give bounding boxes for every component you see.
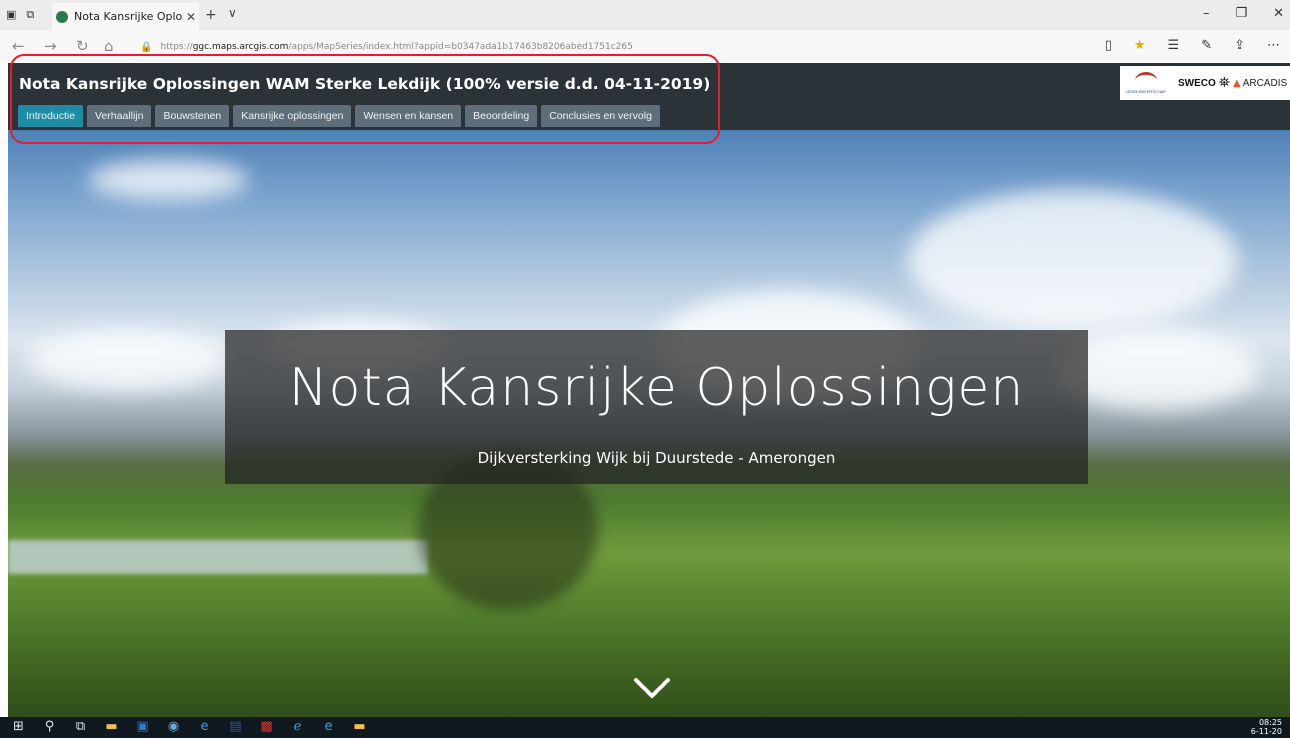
pdf-reader-icon[interactable]: ▩ xyxy=(258,719,275,734)
start-icon[interactable]: ⊞ xyxy=(10,719,27,734)
app-icon[interactable]: ◉ xyxy=(165,719,182,734)
tab-conclusies-en-vervolg[interactable]: Conclusies en vervolg xyxy=(541,105,660,127)
chevron-down-icon[interactable]: ∨ xyxy=(228,6,237,20)
back-icon[interactable]: ← xyxy=(12,37,25,55)
browser-tabbar: ▣ ⧉ Nota Kansrijke Oplossin ✕ + ∨ – ❐ ✕ xyxy=(0,0,1290,30)
lock-icon: 🔒 xyxy=(140,41,153,53)
share-icon[interactable]: ⇪ xyxy=(1234,38,1245,53)
lake-water xyxy=(8,540,428,574)
home-icon[interactable]: ⌂ xyxy=(104,37,114,55)
tab-bouwstenen[interactable]: Bouwstenen xyxy=(155,105,230,127)
clock-date: 6-11-20 xyxy=(1250,727,1282,736)
reading-view-icon[interactable]: ▯ xyxy=(1105,38,1112,53)
arcadis-mark-icon: ▲ xyxy=(1232,77,1241,89)
url-field[interactable]: 🔒 https:// ggc.maps.arcgis.com /apps/Map… xyxy=(140,36,1140,58)
clock-time: 08:25 xyxy=(1258,718,1282,727)
tab-kansrijke-oplossingen[interactable]: Kansrijke oplossingen xyxy=(233,105,352,127)
hdsr-logo: HDSR WATERSCHAP xyxy=(1120,66,1172,100)
app-title: Nota Kansrijke Oplossingen WAM Sterke Le… xyxy=(19,75,711,93)
search-icon[interactable]: ⚲ xyxy=(41,719,58,734)
section-tabs: Introductie Verhaallijn Bouwstenen Kansr… xyxy=(18,105,660,127)
browser-system-icons: ▣ ⧉ xyxy=(6,8,34,22)
more-icon[interactable]: ⋯ xyxy=(1267,38,1280,53)
folder-icon[interactable]: ▬ xyxy=(351,719,368,734)
edge-icon[interactable]: e xyxy=(196,719,213,734)
tab-wensen-en-kansen[interactable]: Wensen en kansen xyxy=(355,105,462,127)
outlook-icon[interactable]: ▣ xyxy=(134,719,151,734)
hero-title: Nota Kansrijke Oplossingen xyxy=(288,358,1025,418)
set-aside-tabs-icon[interactable]: ⧉ xyxy=(26,8,34,22)
browser-tab[interactable]: Nota Kansrijke Oplossin ✕ xyxy=(52,3,199,30)
sweco-mark-icon: ⛯ xyxy=(1218,75,1230,91)
window-controls: – ❐ ✕ xyxy=(1203,6,1284,21)
windows-taskbar: ⊞ ⚲ ⧉ ▬ ▣ ◉ e ▤ ▩ ℯ e ▬ 08:25 6-11-20 xyxy=(0,717,1290,738)
restore-icon[interactable]: ❐ xyxy=(1235,6,1247,21)
forward-icon[interactable]: → xyxy=(44,37,57,55)
tab-introductie[interactable]: Introductie xyxy=(18,105,84,127)
browser-toolbar-right: ▯ ★ ☰ ✎ ⇪ ⋯ xyxy=(1105,38,1280,53)
favorite-star-icon[interactable]: ★ xyxy=(1134,38,1146,53)
new-tab-icon[interactable]: + xyxy=(205,7,217,23)
app-header: Nota Kansrijke Oplossingen WAM Sterke Le… xyxy=(8,63,1290,130)
taskbar-icons: ⊞ ⚲ ⧉ ▬ ▣ ◉ e ▤ ▩ ℯ e ▬ xyxy=(10,719,368,734)
pen-notes-icon[interactable]: ✎ xyxy=(1201,38,1212,53)
tab-verhaallijn[interactable]: Verhaallijn xyxy=(87,105,152,127)
map-series-page: Nota Kansrijke Oplossingen WAM Sterke Le… xyxy=(8,63,1290,717)
hero-subtitle: Dijkversterking Wijk bij Duurstede - Ame… xyxy=(477,449,836,467)
edge-active-icon[interactable]: e xyxy=(320,719,337,734)
tab-actions-icon[interactable]: ▣ xyxy=(6,8,16,22)
task-view-icon[interactable]: ⧉ xyxy=(72,719,89,734)
sweco-logo: SWECO xyxy=(1178,77,1216,89)
word-icon[interactable]: ▤ xyxy=(227,719,244,734)
url-host: ggc.maps.arcgis.com xyxy=(192,42,289,52)
site-favicon-icon xyxy=(56,10,68,23)
refresh-icon[interactable]: ↻ xyxy=(76,37,89,55)
system-clock[interactable]: 08:25 6-11-20 xyxy=(1251,718,1282,736)
file-explorer-icon[interactable]: ▬ xyxy=(103,719,120,734)
partner-logos: HDSR WATERSCHAP SWECO ⛯ ▲ ARCADIS xyxy=(1120,66,1290,100)
close-tab-icon[interactable]: ✕ xyxy=(183,10,199,24)
browser-address-bar: ← → ↻ ⌂ 🔒 https:// ggc.maps.arcgis.com /… xyxy=(0,30,1290,62)
favorites-hub-icon[interactable]: ☰ xyxy=(1168,38,1180,53)
hero-title-box: Nota Kansrijke Oplossingen Dijkversterki… xyxy=(225,330,1088,484)
browser-tab-title: Nota Kansrijke Oplossin xyxy=(74,10,183,23)
url-prefix: https:// xyxy=(160,42,193,52)
arcadis-logo: ARCADIS xyxy=(1242,77,1288,89)
close-window-icon[interactable]: ✕ xyxy=(1273,6,1284,21)
scroll-down-chevron-icon[interactable] xyxy=(632,668,672,708)
tab-beoordeling[interactable]: Beoordeling xyxy=(465,105,538,127)
minimize-icon[interactable]: – xyxy=(1203,6,1210,21)
internet-explorer-icon[interactable]: ℯ xyxy=(289,719,306,734)
url-path: /apps/MapSeries/index.html?appid=b0347ad… xyxy=(288,42,633,52)
